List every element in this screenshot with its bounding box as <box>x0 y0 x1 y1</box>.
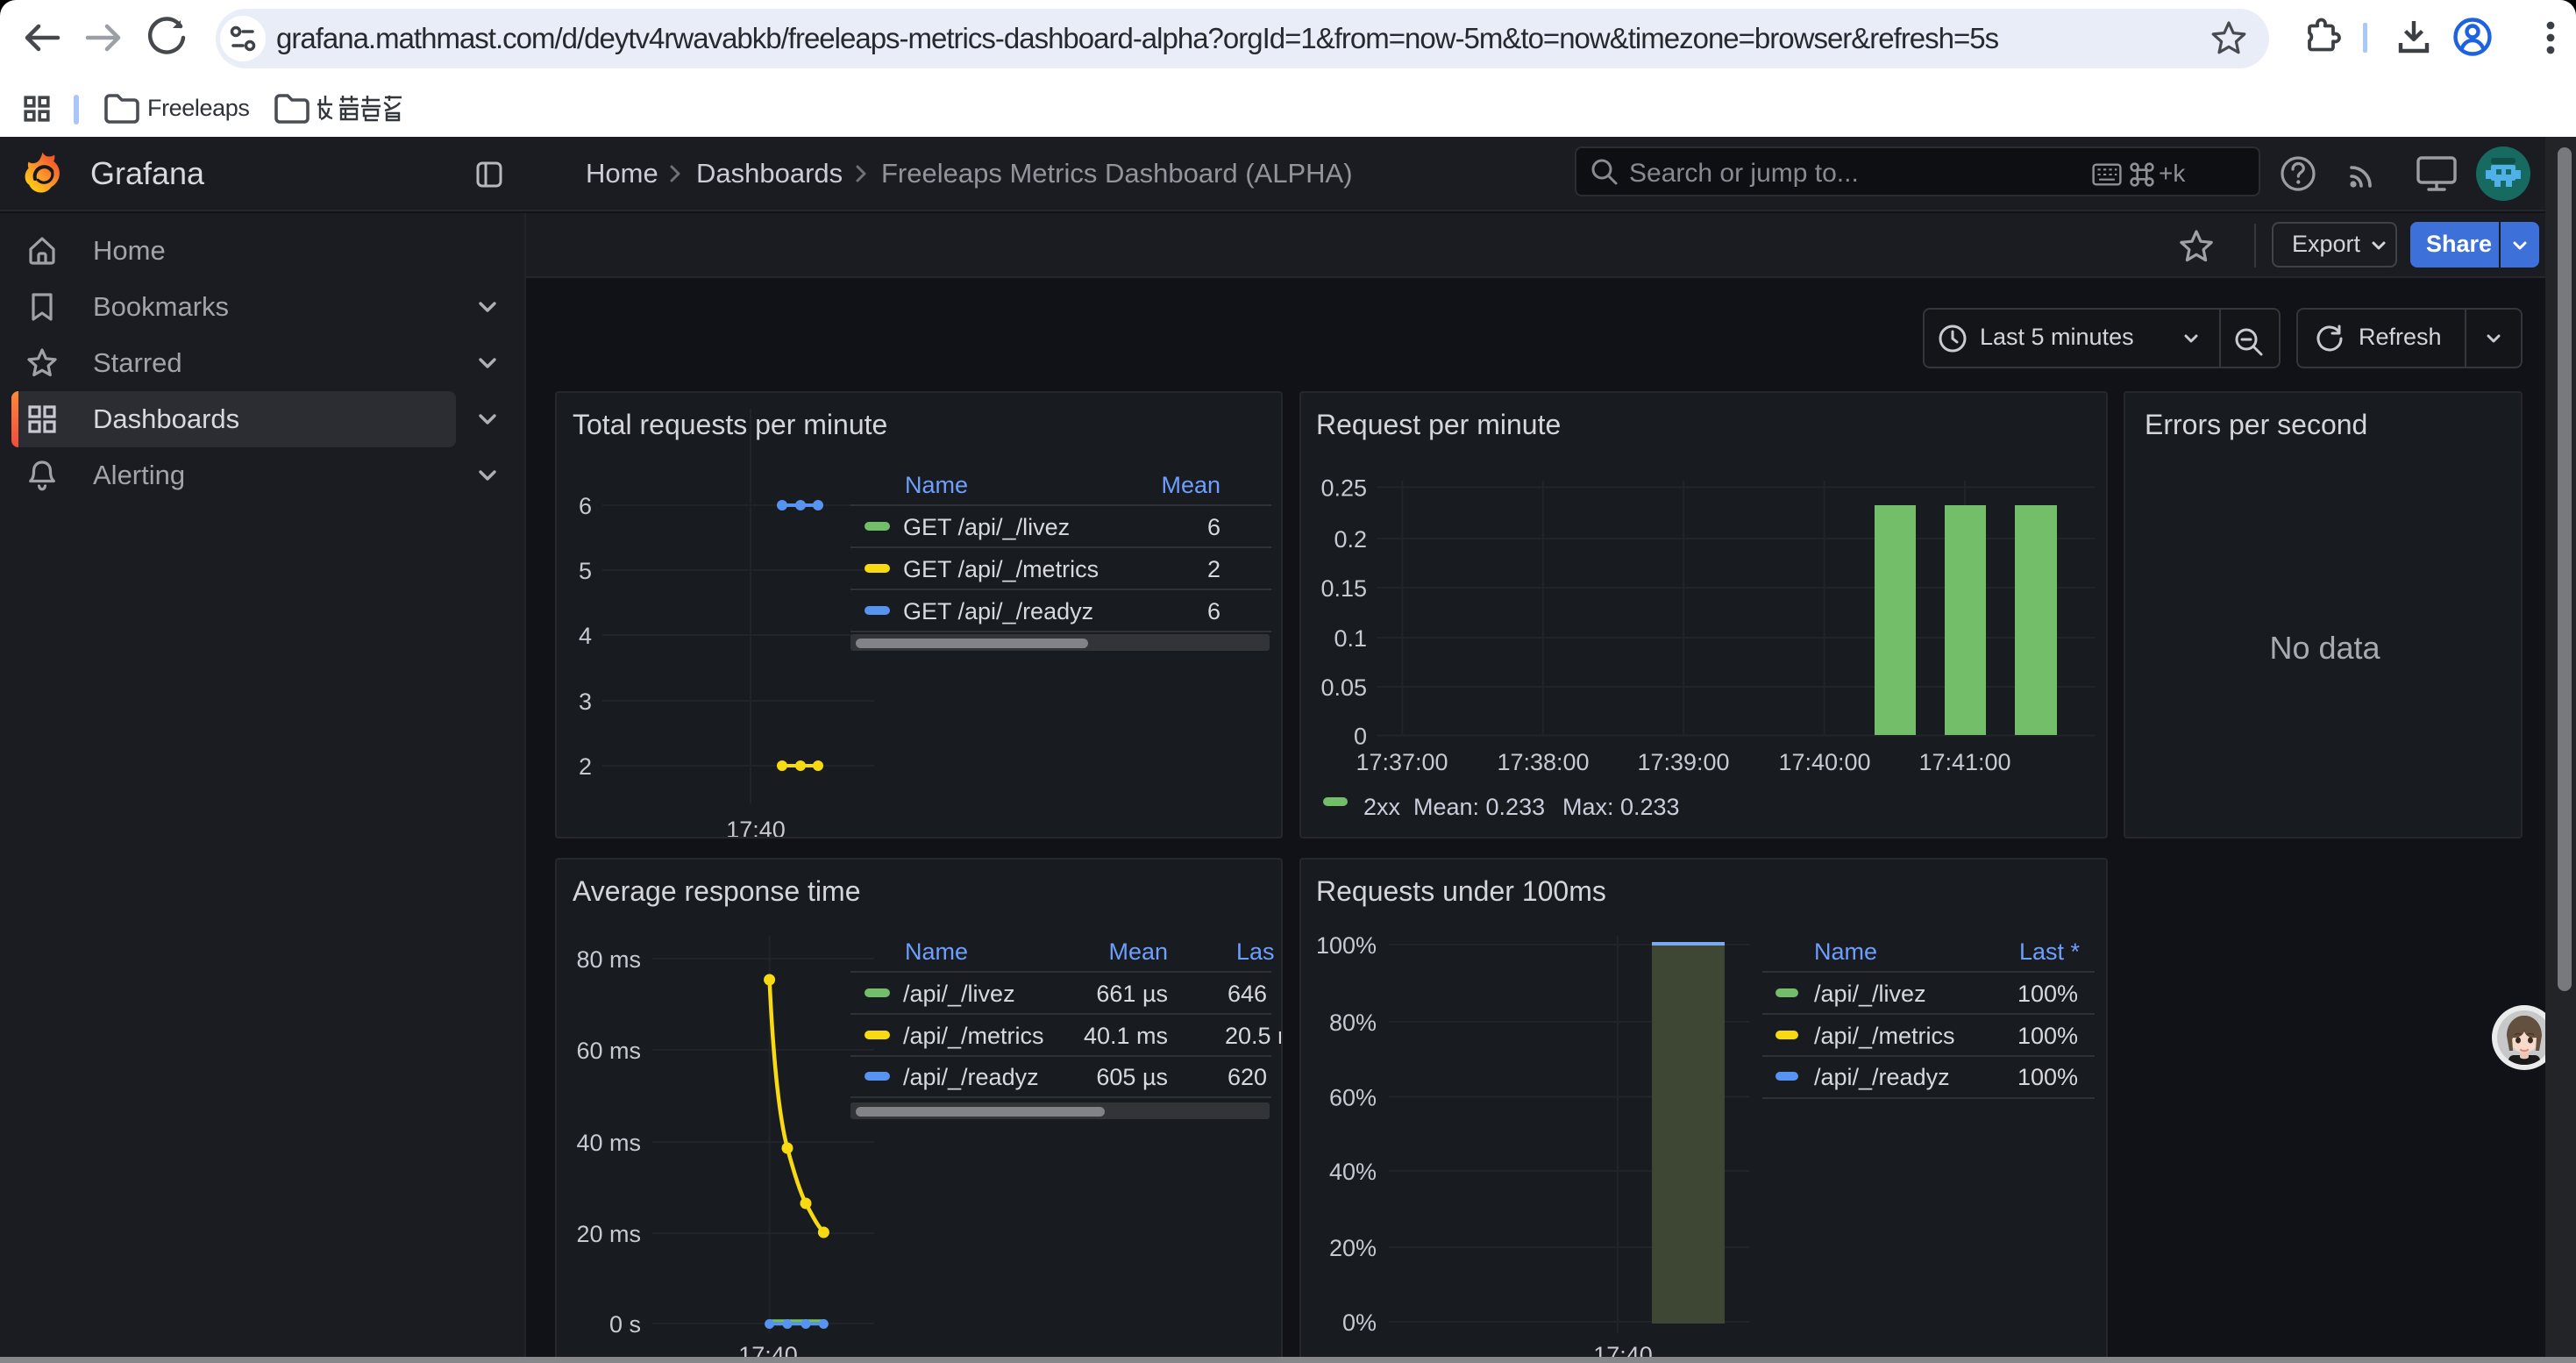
svg-text:0: 0 <box>1354 724 1367 750</box>
svg-text:6: 6 <box>1207 514 1220 540</box>
svg-text:17:40:00: 17:40:00 <box>1778 749 1870 775</box>
svg-text:60 ms: 60 ms <box>576 1038 641 1064</box>
svg-text:17:41:00: 17:41:00 <box>1918 749 2010 775</box>
svg-text:17:38:00: 17:38:00 <box>1497 749 1589 775</box>
svg-text:20%: 20% <box>1329 1235 1377 1261</box>
svg-text:2xx: 2xx <box>1363 794 1401 820</box>
svg-text:80%: 80% <box>1329 1010 1377 1036</box>
svg-text:2: 2 <box>1207 556 1220 582</box>
svg-text:0.1: 0.1 <box>1334 625 1367 652</box>
svg-text:100%: 100% <box>2017 1023 2078 1049</box>
svg-text:Max: 0.233: Max: 0.233 <box>1562 794 1680 820</box>
svg-text:80 ms: 80 ms <box>576 946 641 973</box>
svg-text:40%: 40% <box>1329 1159 1377 1185</box>
svg-text:/api/_/livez: /api/_/livez <box>903 981 1015 1007</box>
svg-text:605 µs: 605 µs <box>1096 1064 1168 1090</box>
svg-text:20.5 r: 20.5 r <box>1225 1023 1283 1049</box>
svg-text:GET /api/_/metrics: GET /api/_/metrics <box>903 556 1099 582</box>
svg-text:661 µs: 661 µs <box>1096 981 1168 1007</box>
svg-text:100%: 100% <box>2017 981 2078 1007</box>
svg-text:Last *: Last * <box>2019 938 2081 965</box>
svg-text:/api/_/readyz: /api/_/readyz <box>1814 1064 1950 1090</box>
svg-text:Mean: 0.233: Mean: 0.233 <box>1413 794 1545 820</box>
svg-text:/api/_/readyz: /api/_/readyz <box>903 1064 1039 1090</box>
svg-text:/api/_/metrics: /api/_/metrics <box>1814 1023 1955 1049</box>
svg-text:100%: 100% <box>1316 932 1377 959</box>
svg-text:Las: Las <box>1236 938 1275 965</box>
svg-text:2: 2 <box>579 753 592 780</box>
svg-text:5: 5 <box>579 558 592 584</box>
svg-text:GET /api/_/livez: GET /api/_/livez <box>903 514 1070 540</box>
svg-text:17:37:00: 17:37:00 <box>1356 749 1448 775</box>
svg-text:0.15: 0.15 <box>1320 575 1367 602</box>
svg-text:20 ms: 20 ms <box>576 1221 641 1247</box>
svg-text:Mean: Mean <box>1108 938 1168 965</box>
svg-text:/api/_/metrics: /api/_/metrics <box>903 1023 1044 1049</box>
svg-text:Mean: Mean <box>1161 472 1220 498</box>
svg-text:17:40: 17:40 <box>726 817 786 838</box>
svg-text:620: 620 <box>1228 1064 1267 1090</box>
svg-text:/api/_/livez: /api/_/livez <box>1814 981 1926 1007</box>
svg-text:Name: Name <box>905 472 968 498</box>
svg-text:6: 6 <box>1207 598 1220 624</box>
svg-text:0.25: 0.25 <box>1320 475 1367 502</box>
svg-text:4: 4 <box>579 623 592 649</box>
svg-text:60%: 60% <box>1329 1085 1377 1111</box>
svg-text:0%: 0% <box>1342 1309 1377 1336</box>
svg-text:3: 3 <box>579 689 592 715</box>
svg-text:646: 646 <box>1228 981 1267 1007</box>
svg-text:40.1 ms: 40.1 ms <box>1084 1023 1168 1049</box>
svg-text:17:39:00: 17:39:00 <box>1637 749 1729 775</box>
svg-text:Name: Name <box>905 938 968 965</box>
svg-text:0.2: 0.2 <box>1334 526 1367 553</box>
svg-text:40 ms: 40 ms <box>576 1130 641 1156</box>
svg-text:0 s: 0 s <box>609 1311 641 1338</box>
svg-text:GET /api/_/readyz: GET /api/_/readyz <box>903 598 1093 624</box>
svg-text:6: 6 <box>579 493 592 519</box>
svg-text:100%: 100% <box>2017 1064 2078 1090</box>
svg-text:Name: Name <box>1814 938 1877 965</box>
svg-text:0.05: 0.05 <box>1320 674 1367 701</box>
